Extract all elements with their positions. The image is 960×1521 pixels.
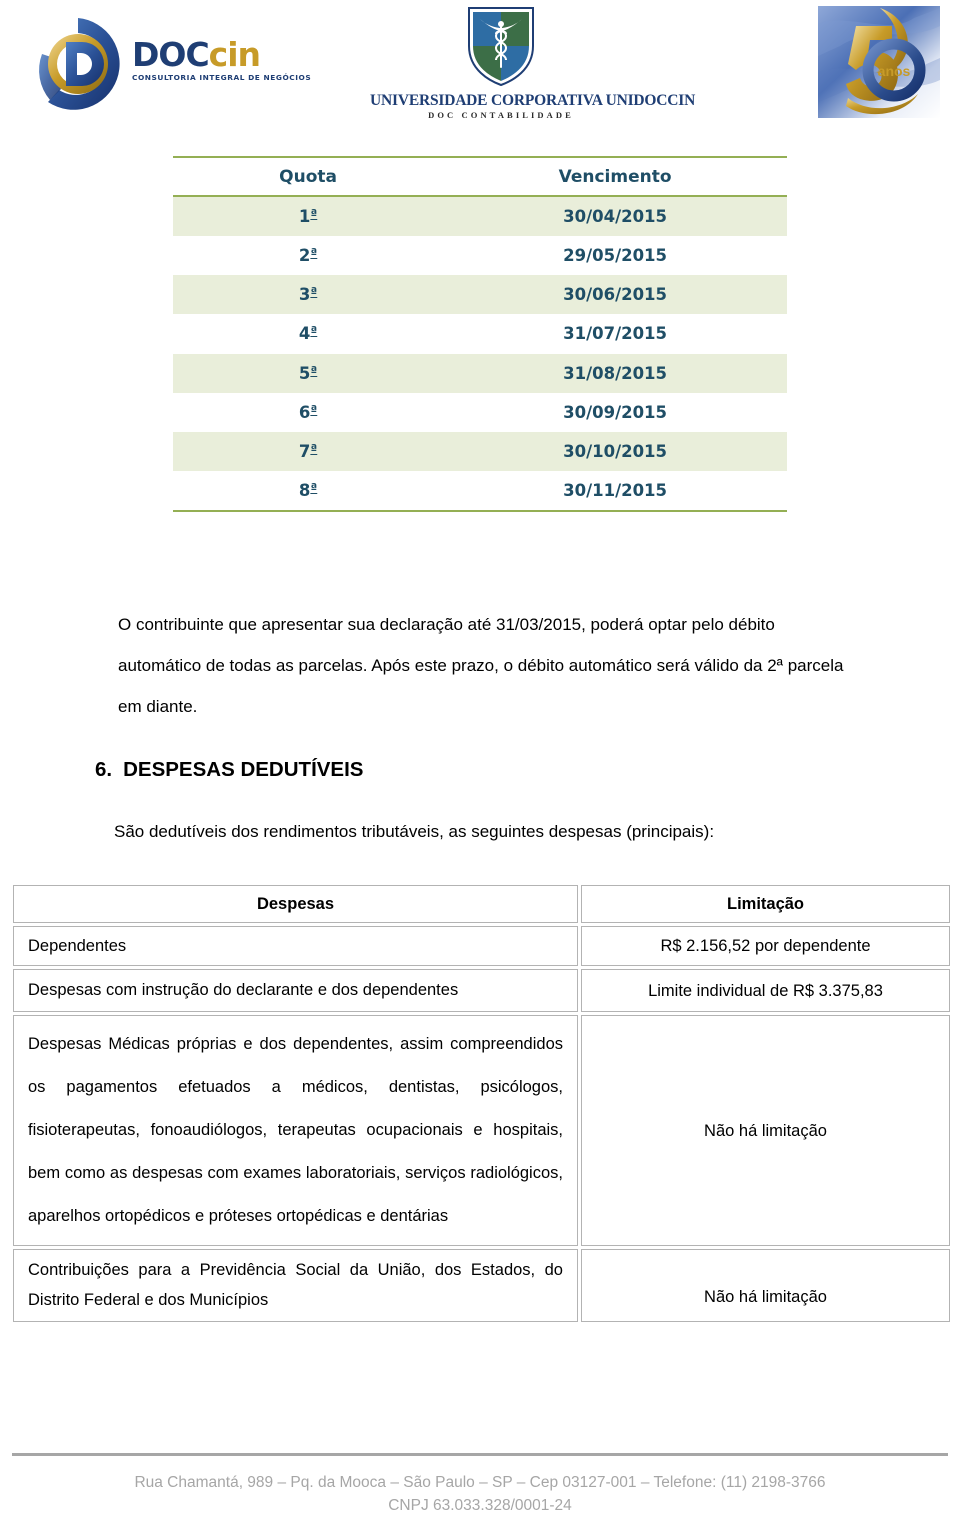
ordinal-mark: ª: [310, 480, 318, 495]
doccin-word-doc: DOC: [132, 35, 210, 74]
despesa-description: Despesas Médicas próprias e dos dependen…: [13, 1015, 578, 1246]
fifty-years-logo: anos: [818, 6, 940, 118]
ordinal-mark: ª: [310, 285, 318, 300]
quota-cell-date: 30/10/2015: [443, 431, 787, 471]
table-row: 6ª 30/09/2015: [173, 393, 787, 432]
quota-cell-date: 30/04/2015: [443, 196, 787, 237]
despesa-description: Dependentes: [13, 926, 578, 966]
section-title: DESPESAS DEDUTÍVEIS: [123, 758, 364, 781]
table-row: Dependentes R$ 2.156,52 por dependente: [13, 926, 950, 966]
shield-caduceus-icon: [467, 6, 535, 87]
quota-cell-number: 3ª: [173, 275, 444, 315]
page-title: 6. DESPESAS DEDUTÍVEIS: [95, 758, 895, 782]
table-row: Despesas com instrução do declarante e d…: [13, 969, 950, 1012]
despesa-limit: Limite individual de R$ 3.375,83: [581, 969, 950, 1012]
quota-cell-number: 7ª: [173, 431, 444, 471]
table-row: 3ª 30/06/2015: [173, 275, 787, 315]
quota-cell-date: 31/07/2015: [563, 324, 668, 344]
table-row: 8ª 30/11/2015: [173, 470, 787, 513]
section-intro-text: São dedutíveis dos rendimentos tributáve…: [114, 822, 715, 841]
ordinal-mark: ª: [310, 402, 318, 417]
quota-table-head: Quota Vencimento: [173, 156, 787, 197]
quota-header-quota: Quota: [173, 156, 444, 197]
quota-cell-date: 31/08/2015: [443, 353, 787, 393]
doccin-wordmark: DOCcin CONSULTORIA INTEGRAL DE NEGÓCIOS: [132, 35, 312, 83]
table-row: 7ª 30/10/2015: [173, 431, 787, 471]
despesa-limit: Não há limitação: [581, 1249, 950, 1322]
despesas-header-limitacao: Limitação: [581, 885, 950, 923]
quota-cell-date: 30/11/2015: [443, 470, 787, 513]
ordinal-mark: ª: [310, 324, 318, 339]
doccin-swirl-icon: [28, 14, 128, 114]
quota-cell-number: 4ª: [298, 324, 318, 344]
footer-address-block: Rua Chamantá, 989 – Pq. da Mooca – São P…: [0, 1471, 960, 1517]
table-row: 2ª 29/05/2015: [173, 236, 787, 275]
footer-cnpj-line: CNPJ 63.033.328/0001-24: [388, 1497, 572, 1514]
unidoccin-logo: UNIVERSIDADE CORPORATIVA UNIDOCCIN DOC C…: [370, 4, 696, 124]
ordinal-mark: ª: [310, 363, 318, 378]
quota-cell-date: 29/05/2015: [563, 246, 668, 266]
quota-cell-date: 30/09/2015: [563, 402, 668, 422]
quota-cell-number: 2ª: [298, 246, 318, 266]
despesas-table-body: Dependentes R$ 2.156,52 por dependente D…: [13, 926, 950, 1322]
quota-table-body: 1ª 30/04/2015 2ª 29/05/2015 3ª 30/06/201…: [173, 196, 787, 513]
ordinal-mark: ª: [310, 441, 318, 456]
quota-cell-number: 8ª: [173, 470, 444, 513]
doccin-tagline: CONSULTORIA INTEGRAL DE NEGÓCIOS: [132, 73, 312, 82]
deductible-expenses-table: Despesas Limitação Dependentes R$ 2.156,…: [10, 882, 953, 1325]
ordinal-mark: ª: [310, 207, 318, 221]
despesa-description: Despesas com instrução do declarante e d…: [13, 969, 578, 1012]
despesa-description: Contribuições para a Previdência Social …: [13, 1249, 578, 1322]
doccin-logo: DOCcin CONSULTORIA INTEGRAL DE NEGÓCIOS: [28, 8, 312, 120]
despesas-header-row: Despesas Limitação: [13, 885, 950, 923]
despesa-limit: Não há limitação: [581, 1015, 950, 1246]
table-row: Despesas Médicas próprias e dos dependen…: [13, 1015, 950, 1246]
unidoccin-subtitle: DOC CONTABILIDADE: [428, 110, 574, 120]
footer-divider: [12, 1453, 948, 1456]
unidoccin-title: UNIVERSIDADE CORPORATIVA UNIDOCCIN: [370, 92, 696, 109]
quota-cell-number: 5ª: [173, 353, 444, 393]
svg-text:anos: anos: [878, 63, 911, 79]
despesas-header-despesas: Despesas: [13, 885, 578, 923]
doccin-word-cin: cin: [208, 35, 261, 74]
despesa-limit: R$ 2.156,52 por dependente: [581, 926, 950, 966]
despesas-table-head: Despesas Limitação: [13, 885, 950, 923]
ordinal-mark: ª: [310, 246, 318, 261]
section-number: 6.: [95, 758, 113, 781]
table-row: 1ª 30/04/2015: [173, 196, 787, 237]
debito-automatico-paragraph: O contribuinte que apresentar sua declar…: [118, 615, 844, 716]
quota-cell-number: 6ª: [298, 402, 318, 422]
quota-cell-number: 1ª: [173, 196, 444, 237]
table-row: 5ª 31/08/2015: [173, 353, 787, 393]
quota-header-row: Quota Vencimento: [173, 156, 787, 197]
quota-header-vencimento: Vencimento: [443, 156, 787, 197]
table-row: Contribuições para a Previdência Social …: [13, 1249, 950, 1322]
table-row: 4ª 31/07/2015: [173, 314, 787, 353]
quota-schedule-table: Quota Vencimento 1ª 30/04/2015 2ª 29/05/…: [173, 156, 787, 513]
footer-address-line: Rua Chamantá, 989 – Pq. da Mooca – São P…: [134, 1474, 826, 1491]
quota-cell-date: 30/06/2015: [443, 275, 787, 315]
page-header: DOCcin CONSULTORIA INTEGRAL DE NEGÓCIOS: [0, 0, 960, 132]
